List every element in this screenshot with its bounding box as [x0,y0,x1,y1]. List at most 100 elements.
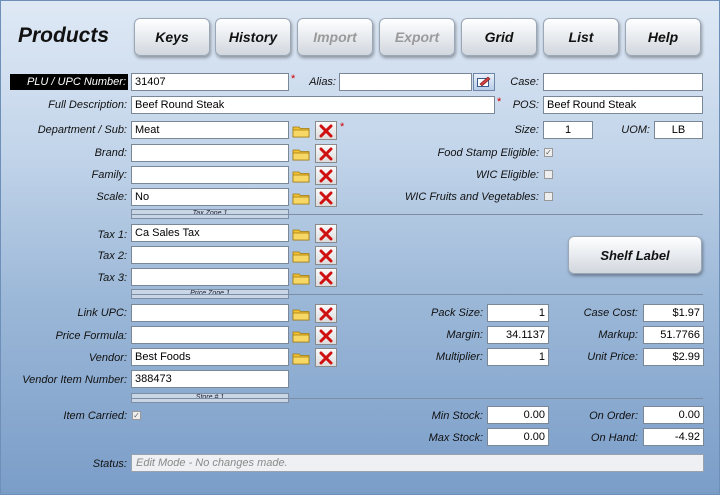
case-cost-input[interactable]: $1.97 [643,304,704,322]
tax2-clear-icon[interactable] [315,246,337,265]
store-divider [131,398,703,399]
alias-input[interactable] [339,73,472,91]
margin-input[interactable]: 34.1137 [487,326,549,344]
price-formula-folder-icon[interactable] [290,326,312,345]
uom-label: UOM: [621,124,650,136]
status-field: Edit Mode - No changes made. [131,454,704,472]
price-formula-clear-icon[interactable] [315,326,337,345]
tax2-folder-icon[interactable] [290,246,312,265]
vendor-item-label: Vendor Item Number: [22,374,127,386]
unit-price-label: Unit Price: [587,351,638,363]
pos-label: POS: [512,99,539,111]
case-cost-label: Case Cost: [583,307,638,319]
family-folder-icon[interactable] [290,166,312,185]
tax1-folder-icon[interactable] [290,224,312,243]
history-button[interactable]: History [215,18,291,56]
on-hand-input[interactable]: -4.92 [643,428,704,446]
family-clear-icon[interactable] [315,166,337,185]
scale-label: Scale: [96,191,127,203]
link-upc-clear-icon[interactable] [315,304,337,323]
help-button[interactable]: Help [625,18,701,56]
alias-edit-icon[interactable] [473,73,495,91]
min-stock-input[interactable]: 0.00 [487,406,549,424]
brand-folder-icon[interactable] [290,144,312,163]
size-input[interactable]: 1 [543,121,593,139]
link-upc-input[interactable] [131,304,289,322]
family-label: Family: [91,169,127,181]
vendor-input[interactable]: Best Foods [131,348,289,366]
tax3-input[interactable] [131,268,289,286]
max-stock-input[interactable]: 0.00 [487,428,549,446]
wic-eligible-label: WIC Eligible: [476,169,539,181]
department-required-mark: * [340,121,345,133]
brand-input[interactable] [131,144,289,162]
pos-input[interactable]: Beef Round Steak [543,96,703,114]
tax1-label: Tax 1: [97,229,127,241]
family-input[interactable] [131,166,289,184]
department-clear-icon[interactable] [315,121,337,140]
department-label: Department / Sub: [37,124,127,136]
multiplier-label: Multiplier: [435,351,483,363]
wic-fruits-checkbox[interactable] [544,192,553,201]
uom-input[interactable]: LB [654,121,703,139]
size-label: Size: [514,124,539,136]
price-formula-input[interactable] [131,326,289,344]
plu-input[interactable]: 31407 [131,73,289,91]
tax3-clear-icon[interactable] [315,268,337,287]
tax1-clear-icon[interactable] [315,224,337,243]
status-label: Status: [92,458,127,470]
vendor-item-input[interactable]: 388473 [131,370,289,388]
tax1-input[interactable]: Ca Sales Tax [131,224,289,242]
link-upc-label: Link UPC: [77,307,127,319]
on-order-label: On Order: [589,410,638,422]
tax2-input[interactable] [131,246,289,264]
import-button[interactable]: Import [297,18,373,56]
tax3-label: Tax 3: [97,272,127,284]
tax-divider [131,214,703,215]
food-stamp-label: Food Stamp Eligible: [437,147,540,159]
unit-price-input[interactable]: $2.99 [643,348,704,366]
plu-required-mark: * [291,73,296,85]
grid-button[interactable]: Grid [461,18,537,56]
vendor-label: Vendor: [88,352,127,364]
page-title: Products [18,24,110,47]
case-input[interactable] [543,73,703,91]
markup-label: Markup: [598,329,638,341]
full-description-label: Full Description: [48,99,127,111]
vendor-folder-icon[interactable] [290,348,312,367]
margin-label: Margin: [446,329,483,341]
on-order-input[interactable]: 0.00 [643,406,704,424]
shelf-label-button[interactable]: Shelf Label [568,236,702,274]
link-upc-folder-icon[interactable] [290,304,312,323]
vendor-clear-icon[interactable] [315,348,337,367]
brand-label: Brand: [94,147,127,159]
wic-eligible-checkbox[interactable] [544,170,553,179]
export-button[interactable]: Export [379,18,455,56]
keys-button[interactable]: Keys [134,18,210,56]
list-button[interactable]: List [543,18,619,56]
item-carried-label: Item Carried: [63,410,127,422]
pack-size-input[interactable]: 1 [487,304,549,322]
multiplier-input[interactable]: 1 [487,348,549,366]
scale-clear-icon[interactable] [315,188,337,207]
tax2-label: Tax 2: [97,250,127,262]
brand-clear-icon[interactable] [315,144,337,163]
plu-label: PLU / UPC Number: [10,74,128,90]
department-folder-icon[interactable] [290,121,312,140]
min-stock-label: Min Stock: [431,410,483,422]
item-carried-checkbox[interactable]: ✓ [132,411,141,420]
food-stamp-checkbox[interactable]: ✓ [544,148,553,157]
department-input[interactable]: Meat [131,121,289,139]
price-divider [131,294,703,295]
markup-input[interactable]: 51.7766 [643,326,704,344]
full-description-input[interactable]: Beef Round Steak [131,96,495,114]
case-label: Case: [510,76,539,88]
alias-label: Alias: [309,76,336,88]
price-formula-label: Price Formula: [55,330,127,342]
max-stock-label: Max Stock: [428,432,483,444]
scale-folder-icon[interactable] [290,188,312,207]
tax3-folder-icon[interactable] [290,268,312,287]
scale-input[interactable]: No [131,188,289,206]
wic-fruits-label: WIC Fruits and Vegetables: [404,191,539,203]
on-hand-label: On Hand: [590,432,638,444]
